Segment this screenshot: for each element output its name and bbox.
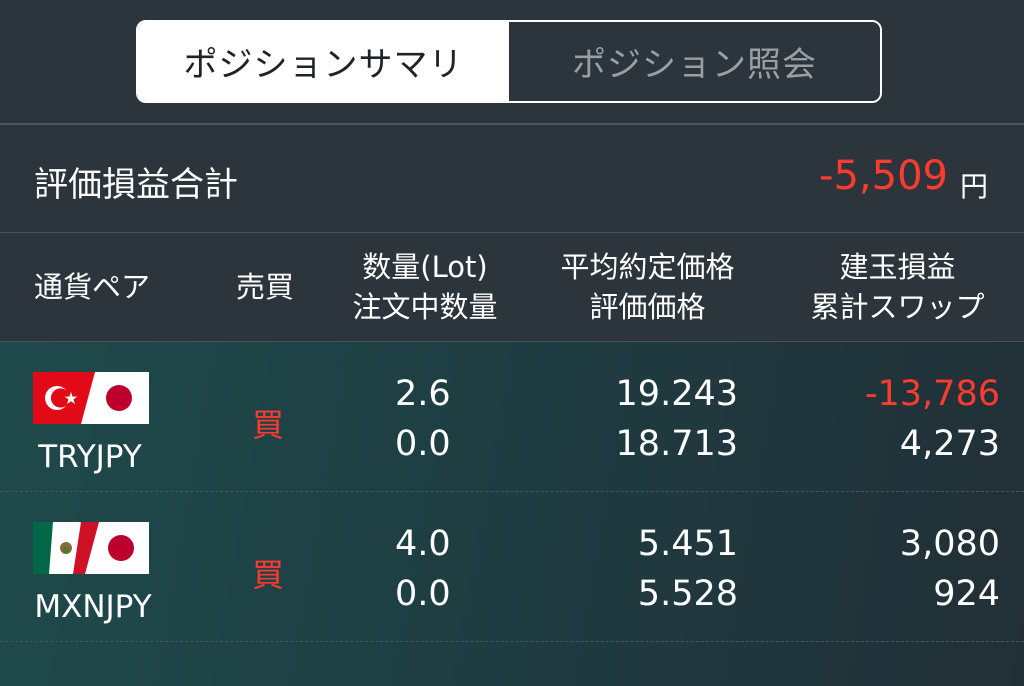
summary-value: -5,509 xyxy=(819,153,948,199)
quantity: 4.0 xyxy=(395,524,451,564)
column-header-pair: 通貨ペア xyxy=(34,270,151,304)
column-header-quantity: 数量(Lot) 注文中数量 xyxy=(330,247,520,327)
table-header: 通貨ペア 売買 数量(Lot) 注文中数量 平均約定価格 評価価格 建玉損益 累… xyxy=(0,233,1024,341)
column-header-quantity-line2: 注文中数量 xyxy=(352,290,498,324)
column-header-price-line2: 評価価格 xyxy=(589,290,706,324)
side-label: 買 xyxy=(252,556,285,594)
pending-quantity: 0.0 xyxy=(395,574,451,614)
pair-name: MXNJPY xyxy=(34,589,152,625)
position-pnl: 3,080 xyxy=(899,524,1000,564)
column-header-side: 売買 xyxy=(236,270,295,304)
quantity: 2.6 xyxy=(395,374,451,414)
row-divider xyxy=(0,641,1024,642)
table-row[interactable]: MXNJPY 買 4.0 0.0 5.451 5.528 3,080 924 xyxy=(0,492,1024,641)
column-header-pnl-line2: 累計スワップ xyxy=(810,290,985,324)
positions-list: TRYJPY 買 2.6 0.0 19.243 18.713 -13,786 4… xyxy=(0,342,1024,686)
cumulative-swap: 924 xyxy=(933,574,1000,614)
eval-price: 18.713 xyxy=(615,424,738,464)
column-header-quantity-line1: 数量(Lot) xyxy=(362,250,488,284)
position-pnl: -13,786 xyxy=(864,374,1000,414)
column-header-price-line1: 平均約定価格 xyxy=(560,250,735,284)
column-header-pnl: 建玉損益 累計スワップ xyxy=(790,247,1005,327)
tab-position-summary[interactable]: ポジションサマリ xyxy=(138,22,509,101)
summary-unit: 円 xyxy=(959,170,988,203)
mexico-japan-flag-icon xyxy=(33,522,149,574)
column-header-price: 平均約定価格 評価価格 xyxy=(540,247,755,327)
eval-price: 5.528 xyxy=(637,574,738,614)
pending-quantity: 0.0 xyxy=(395,424,451,464)
pnl-summary: 評価損益合計 -5,509 円 xyxy=(0,125,1024,232)
segmented-control: ポジションサマリ ポジション照会 xyxy=(136,20,882,103)
cumulative-swap: 4,273 xyxy=(899,424,1000,464)
avg-price: 5.451 xyxy=(637,524,738,564)
column-header-pnl-line1: 建玉損益 xyxy=(839,250,956,284)
table-row[interactable]: TRYJPY 買 2.6 0.0 19.243 18.713 -13,786 4… xyxy=(0,342,1024,491)
avg-price: 19.243 xyxy=(615,374,738,414)
summary-label: 評価損益合計 xyxy=(34,165,238,205)
tab-bar: ポジションサマリ ポジション照会 xyxy=(0,0,1024,124)
turkey-japan-flag-icon xyxy=(33,372,149,424)
tab-position-inquiry[interactable]: ポジション照会 xyxy=(509,22,880,101)
pair-name: TRYJPY xyxy=(38,439,142,475)
side-label: 買 xyxy=(252,406,285,444)
